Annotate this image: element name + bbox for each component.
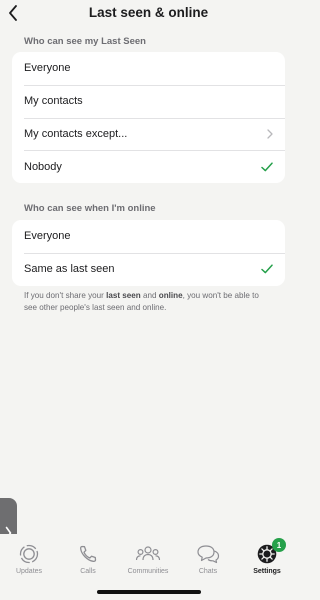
last-seen-option-everyone[interactable]: Everyone: [12, 52, 285, 85]
chevron-right-icon: [267, 129, 273, 139]
settings-gear-icon: 1: [256, 538, 286, 566]
updates-icon: [18, 542, 40, 566]
option-label: My contacts except...: [24, 127, 128, 140]
page-title: Last seen & online: [88, 5, 209, 20]
tab-settings[interactable]: 1 Settings: [239, 538, 295, 575]
last-seen-option-my-contacts-except[interactable]: My contacts except...: [12, 117, 285, 151]
online-section-label: Who can see when I'm online: [24, 203, 156, 214]
option-label: Nobody: [24, 160, 62, 173]
online-option-everyone[interactable]: Everyone: [12, 220, 285, 253]
tab-calls[interactable]: Calls: [60, 542, 116, 575]
option-label: Everyone: [24, 62, 71, 75]
privacy-footnote: If you don't share your last seen and on…: [24, 291, 259, 312]
online-option-same-as-last-seen[interactable]: Same as last seen: [12, 252, 285, 286]
communities-icon: [135, 542, 161, 566]
phone-icon: [78, 542, 98, 566]
last-seen-online-screen: Last seen & online Who can see my Last S…: [0, 0, 297, 600]
tab-communities[interactable]: Communities: [120, 542, 176, 575]
last-seen-option-nobody[interactable]: Nobody: [12, 150, 285, 183]
chats-icon: [195, 542, 221, 566]
last-seen-section-label: Who can see my Last Seen: [24, 36, 146, 47]
option-label: My contacts: [24, 95, 83, 108]
tab-chats[interactable]: Chats: [180, 542, 236, 575]
settings-notification-badge: 1: [272, 538, 286, 552]
last-seen-option-my-contacts[interactable]: My contacts: [12, 84, 285, 118]
last-seen-options-card: Everyone My contacts My contacts except.…: [12, 52, 285, 184]
checkmark-icon: [261, 162, 273, 172]
tab-updates[interactable]: Updates: [1, 542, 57, 575]
option-label: Everyone: [24, 230, 71, 243]
online-options-card: Everyone Same as last seen: [12, 220, 285, 286]
navigation-bar: Last seen & online: [0, 0, 297, 28]
checkmark-icon: [261, 264, 273, 274]
home-indicator: [97, 590, 201, 594]
option-label: Same as last seen: [24, 263, 115, 276]
